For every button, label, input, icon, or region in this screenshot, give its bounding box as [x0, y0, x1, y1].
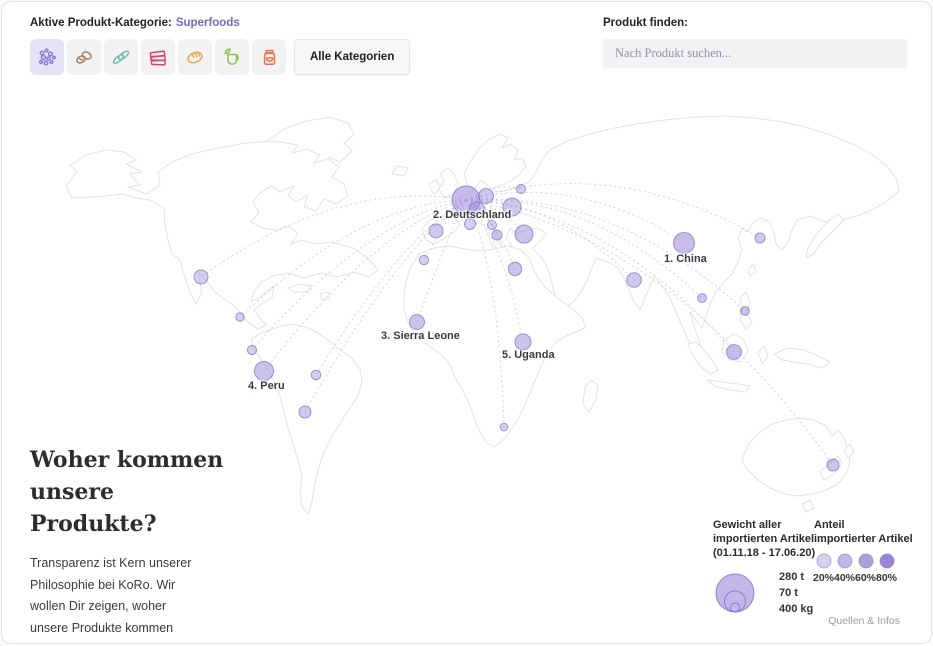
map-marker-south-italy[interactable] [492, 230, 502, 240]
intro-body-text: Transparenz ist Kern unserer Philosophie… [30, 556, 191, 644]
map-marker-korea[interactable] [755, 233, 765, 243]
active-category-value: Superfoods [176, 17, 240, 29]
category-button-bars[interactable] [141, 39, 175, 75]
share-step-40%: 40% [834, 553, 855, 584]
search-input[interactable] [603, 39, 907, 68]
weight-legend-labels: 280 t70 t400 kg [779, 569, 813, 617]
share-percent-label: 40% [834, 572, 855, 584]
sources-link[interactable]: Quellen & Infos [828, 615, 900, 627]
share-percent-label: 80% [876, 572, 897, 584]
continent-south-america [252, 324, 362, 514]
weight-size-label: 400 kg [779, 601, 813, 617]
continent-europe-ireland [429, 180, 440, 194]
page-title: Woher kommen unsere Produkte? [30, 444, 240, 540]
page-title-line1: Woher kommen [30, 444, 240, 476]
map-label-peru: 4. Peru [248, 380, 285, 392]
map-marker-egypt[interactable] [508, 262, 521, 275]
page-title-line2: unsere Produkte? [30, 476, 240, 540]
map-marker-south-africa[interactable] [500, 423, 508, 431]
category-button-superfoods[interactable] [30, 39, 64, 75]
snack-bars-icon [146, 45, 170, 69]
search-label: Produkt finden: [603, 17, 688, 29]
map-marker-new-zealand[interactable] [827, 459, 839, 471]
map-label-china: 1. China [664, 253, 707, 265]
continent-cuba [288, 284, 312, 292]
jar-icon [257, 45, 281, 69]
continent-taiwan [748, 264, 756, 276]
continent-sulawesi [758, 346, 768, 364]
share-legend-title-line2: importierter Artikel [814, 532, 913, 546]
intro-paragraph: Transparenz ist Kern unserer Philosophie… [30, 553, 192, 644]
share-percent-label: 60% [855, 572, 876, 584]
map-marker-vietnam[interactable] [698, 294, 707, 303]
share-legend-title-line1: Anteil [814, 518, 913, 532]
continent-tasmania [802, 500, 814, 512]
share-step-80%: 80% [876, 553, 897, 584]
weight-legend-title: Gewicht aller importierten Artikel (01.1… [713, 518, 815, 560]
continent-scandinavia [464, 134, 526, 190]
continent-java [708, 380, 750, 392]
map-marker-peru[interactable] [255, 362, 274, 381]
share-step-20%: 20% [813, 553, 834, 584]
continent-hispaniola [320, 292, 330, 300]
continent-australia [742, 418, 850, 496]
weight-legend-date-range: (01.11.18 - 17.06.20) [713, 546, 815, 560]
map-marker-sierra-leone[interactable] [410, 315, 425, 330]
map-marker-morocco[interactable] [419, 255, 428, 264]
share-legend-steps: 20%40%60%80% [813, 553, 897, 584]
map-marker-mexico[interactable] [194, 270, 208, 284]
continent-madagascar [583, 380, 598, 412]
category-button-drinks[interactable] [215, 39, 249, 75]
share-circle [837, 553, 853, 569]
category-button-bread[interactable] [178, 39, 212, 75]
weight-circle-280t [716, 574, 754, 612]
intro-section: Woher kommen unsere Produkte? Transparen… [30, 444, 240, 644]
share-circle [816, 553, 832, 569]
map-marker-north-italy[interactable] [488, 221, 497, 230]
dried-fruit-icon [109, 45, 133, 69]
map-label-uganda: 5. Uganda [502, 349, 555, 361]
weight-size-label: 70 t [779, 585, 813, 601]
map-marker-poland[interactable] [479, 189, 494, 204]
share-step-60%: 60% [855, 553, 876, 584]
share-circle [879, 553, 895, 569]
share-percent-label: 20% [813, 572, 834, 584]
weight-size-label: 280 t [779, 569, 813, 585]
share-circle [858, 553, 874, 569]
continent-iceland [392, 166, 408, 176]
berries-icon [35, 45, 59, 69]
category-button-dried-fruit[interactable] [104, 39, 138, 75]
weight-legend-title-line1: Gewicht aller [713, 518, 815, 532]
map-marker-ecuador[interactable] [247, 345, 256, 354]
map-marker-spain[interactable] [429, 224, 443, 238]
map-label-sierra-leone: 3. Sierra Leone [381, 330, 460, 342]
continent-new-guinea [774, 348, 830, 368]
map-label-deutschland: 2. Deutschland [433, 209, 511, 221]
map-marker-philippines[interactable] [741, 307, 750, 316]
map-marker-baltic[interactable] [517, 185, 526, 194]
category-button-nuts[interactable] [67, 39, 101, 75]
map-marker-paraguay[interactable] [299, 406, 311, 418]
map-marker-uganda[interactable] [515, 334, 531, 350]
map-marker-indonesia[interactable] [727, 345, 742, 360]
drink-leaf-icon [220, 45, 244, 69]
category-button-spreads[interactable] [252, 39, 286, 75]
map-marker-turkey[interactable] [515, 225, 533, 243]
continent-sumatra [688, 342, 718, 374]
map-marker-brazil[interactable] [311, 370, 321, 380]
nuts-icon [72, 45, 96, 69]
continent-north-america [66, 141, 378, 329]
share-legend-title: Anteil importierter Artikel [814, 518, 913, 546]
bread-icon [183, 45, 207, 69]
active-category-label: Aktive Produkt-Kategorie: [30, 17, 172, 29]
active-category-line: Aktive Produkt-Kategorie: Superfoods [30, 17, 240, 29]
map-marker-india[interactable] [627, 273, 642, 288]
weight-legend-title-line2: importierten Artikel [713, 532, 815, 546]
all-categories-button[interactable]: Alle Kategorien [294, 39, 410, 75]
map-marker-china[interactable] [674, 233, 695, 254]
koro-origin-map-card: Aktive Produkt-Kategorie: Superfoods Alle… [1, 1, 932, 644]
map-marker-costa-rica[interactable] [236, 313, 244, 321]
weight-legend-circles [712, 568, 760, 614]
category-button-row [30, 39, 286, 75]
